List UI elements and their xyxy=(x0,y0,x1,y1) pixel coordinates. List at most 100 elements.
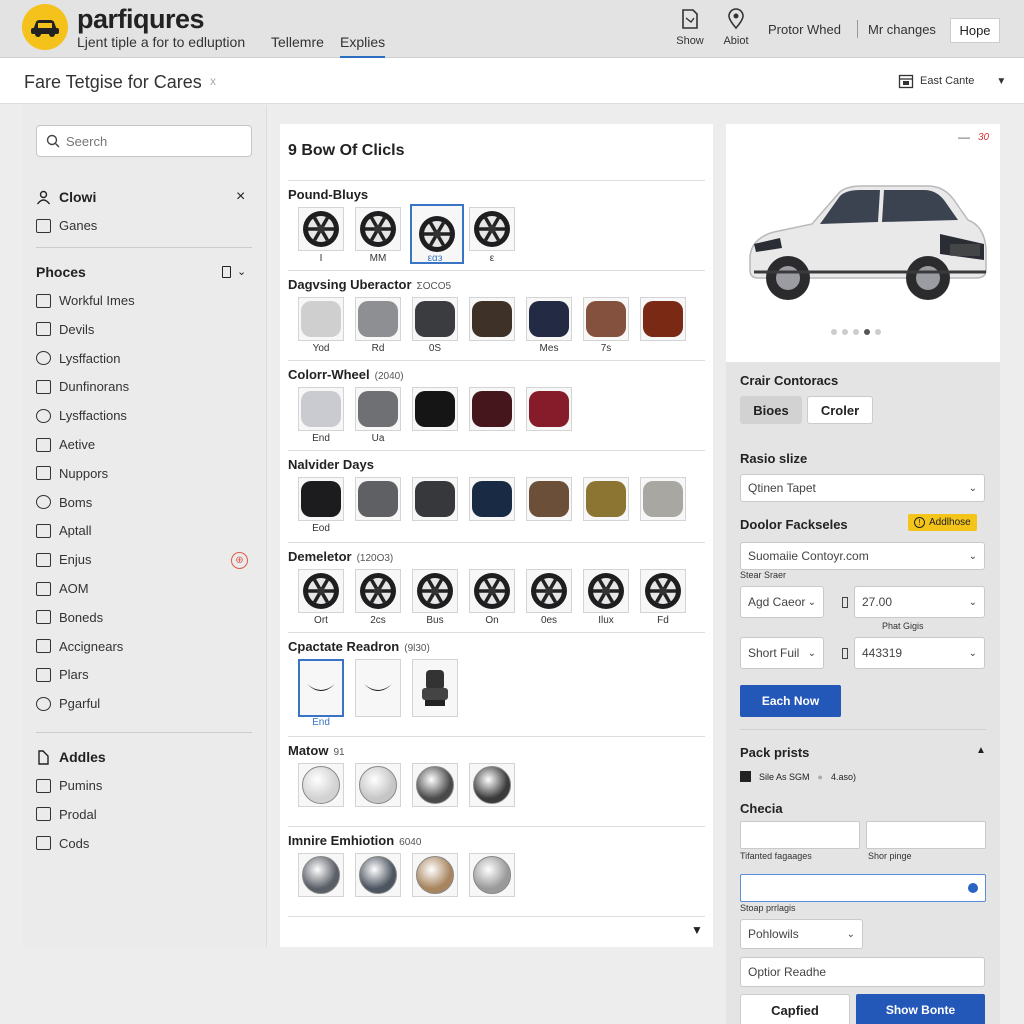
disc-option[interactable] xyxy=(412,853,458,897)
rasio-select[interactable]: Qtinen Tapet ⌄ xyxy=(740,474,985,502)
disc-option[interactable] xyxy=(469,853,515,897)
value-select-1[interactable]: 27.00 ⌄ xyxy=(854,586,985,618)
sidebar-item[interactable]: AOM xyxy=(36,581,89,596)
blob-option[interactable] xyxy=(298,387,344,431)
carousel-dots[interactable] xyxy=(831,329,881,335)
hope-button[interactable]: Hope xyxy=(950,18,1000,43)
text-field-a[interactable] xyxy=(740,821,860,849)
sidebar-group-clowi[interactable]: Clowi xyxy=(36,189,96,205)
bioes-button[interactable]: Bioes xyxy=(740,396,802,424)
sidebar-item[interactable]: Lysffactions xyxy=(36,408,127,423)
sidebar-item[interactable]: Nuppors xyxy=(36,466,108,481)
value-select-2[interactable]: 443319 ⌄ xyxy=(854,637,985,669)
disc-option[interactable] xyxy=(412,763,458,807)
sidebar-item[interactable]: Boneds xyxy=(36,610,103,625)
disc-option[interactable] xyxy=(298,763,344,807)
sidebar-item[interactable]: Pumins xyxy=(36,778,102,793)
sidebar-item[interactable]: Cods xyxy=(36,836,89,851)
sidebar-item[interactable]: Plars xyxy=(36,667,89,682)
collapse-icon[interactable]: ▲ xyxy=(976,745,986,756)
carousel-dot[interactable] xyxy=(853,329,859,335)
croler-button[interactable]: Croler xyxy=(807,396,873,424)
add-badge[interactable]: ! Addlhose xyxy=(908,514,977,531)
mr-changes-link[interactable]: Mr changes xyxy=(868,22,936,37)
carousel-dot[interactable] xyxy=(842,329,848,335)
blob-option[interactable] xyxy=(583,297,629,341)
sidebar-item[interactable]: Devils xyxy=(36,322,94,337)
pohlowils-select[interactable]: Pohlowils ⌄ xyxy=(740,919,863,949)
focused-input[interactable] xyxy=(740,874,986,902)
scroll-down-icon[interactable]: ▼ xyxy=(691,923,703,937)
sidebar-item[interactable]: Enjus xyxy=(36,552,92,567)
wheel-option[interactable] xyxy=(412,569,458,613)
blob-option[interactable] xyxy=(469,297,515,341)
search-input[interactable] xyxy=(66,133,236,149)
wheel-option[interactable] xyxy=(469,569,515,613)
blob-option[interactable] xyxy=(583,477,629,521)
sidebar-item[interactable]: Boms xyxy=(36,495,92,510)
blob-option[interactable] xyxy=(526,477,572,521)
sidebar-item[interactable]: Aetive xyxy=(36,437,95,452)
blob-option[interactable] xyxy=(298,477,344,521)
sidebar-item-ganes[interactable]: Ganes xyxy=(36,218,97,233)
blob-option[interactable] xyxy=(469,387,515,431)
wheel-option[interactable] xyxy=(469,207,515,251)
car-logo-icon[interactable] xyxy=(22,4,68,50)
wheel-option[interactable] xyxy=(526,569,572,613)
blob-option[interactable] xyxy=(298,297,344,341)
blob-option[interactable] xyxy=(412,477,458,521)
show-bonte-button[interactable]: Show Bonte xyxy=(856,994,985,1024)
wheel-option[interactable] xyxy=(583,569,629,613)
blob-option[interactable] xyxy=(526,387,572,431)
disc-option[interactable] xyxy=(355,763,401,807)
disc-option[interactable] xyxy=(469,763,515,807)
disc-option[interactable] xyxy=(355,853,401,897)
search-box[interactable] xyxy=(36,125,252,157)
minimize-icon[interactable]: — xyxy=(958,130,970,144)
alert-icon[interactable]: ⊕ xyxy=(231,552,248,569)
doolor-select[interactable]: Suomaiie Contoyr.com ⌄ xyxy=(740,542,985,570)
agd-select[interactable]: Agd Caeor ⌄ xyxy=(740,586,824,618)
carousel-dot[interactable] xyxy=(864,329,870,335)
blob-option[interactable] xyxy=(640,297,686,341)
disc-option[interactable] xyxy=(298,853,344,897)
protor-whed-link[interactable]: Protor Whed xyxy=(768,22,841,37)
tab-tellemre[interactable]: Tellemre xyxy=(271,34,324,50)
text-field-b[interactable] xyxy=(866,821,986,849)
seat-option[interactable] xyxy=(298,659,344,717)
group-toggle[interactable]: ⌄ xyxy=(222,265,246,278)
sidebar-item[interactable]: Dunfinorans xyxy=(36,379,129,394)
sidebar-item[interactable]: Prodal xyxy=(36,807,97,822)
title-close-icon[interactable]: x xyxy=(210,74,216,88)
wheel-option[interactable] xyxy=(355,207,401,251)
wheel-option[interactable] xyxy=(298,207,344,251)
wheel-option[interactable] xyxy=(298,569,344,613)
blob-option[interactable] xyxy=(412,297,458,341)
seat-option[interactable] xyxy=(412,659,458,717)
blob-option[interactable] xyxy=(526,297,572,341)
about-button[interactable]: Abiot xyxy=(716,8,756,47)
blob-option[interactable] xyxy=(355,297,401,341)
tab-explies[interactable]: Explies xyxy=(340,34,386,58)
short-select[interactable]: Short Fuil ⌄ xyxy=(740,637,824,669)
show-button[interactable]: Show xyxy=(670,8,710,47)
sidebar-item[interactable]: Workful Imes xyxy=(36,293,135,308)
sidebar-item[interactable]: Lysffaction xyxy=(36,351,120,366)
wheel-option[interactable] xyxy=(355,569,401,613)
sidebar-group-addles[interactable]: Addles xyxy=(36,749,106,765)
carousel-dot[interactable] xyxy=(831,329,837,335)
blob-option[interactable] xyxy=(355,477,401,521)
capfied-button[interactable]: Capfied xyxy=(740,994,850,1024)
seat-option[interactable] xyxy=(355,659,401,717)
optior-input[interactable]: Optior Readhe xyxy=(740,957,985,987)
blob-option[interactable] xyxy=(640,477,686,521)
wheel-option[interactable] xyxy=(640,569,686,613)
sidebar-item[interactable]: Aptall xyxy=(36,523,92,538)
blob-option[interactable] xyxy=(412,387,458,431)
blob-option[interactable] xyxy=(355,387,401,431)
sort-dropdown[interactable]: East Cante ▼ xyxy=(898,73,1006,89)
blob-option[interactable] xyxy=(469,477,515,521)
carousel-dot[interactable] xyxy=(875,329,881,335)
close-icon[interactable]: × xyxy=(236,188,245,206)
sidebar-item[interactable]: Accignears xyxy=(36,639,123,654)
